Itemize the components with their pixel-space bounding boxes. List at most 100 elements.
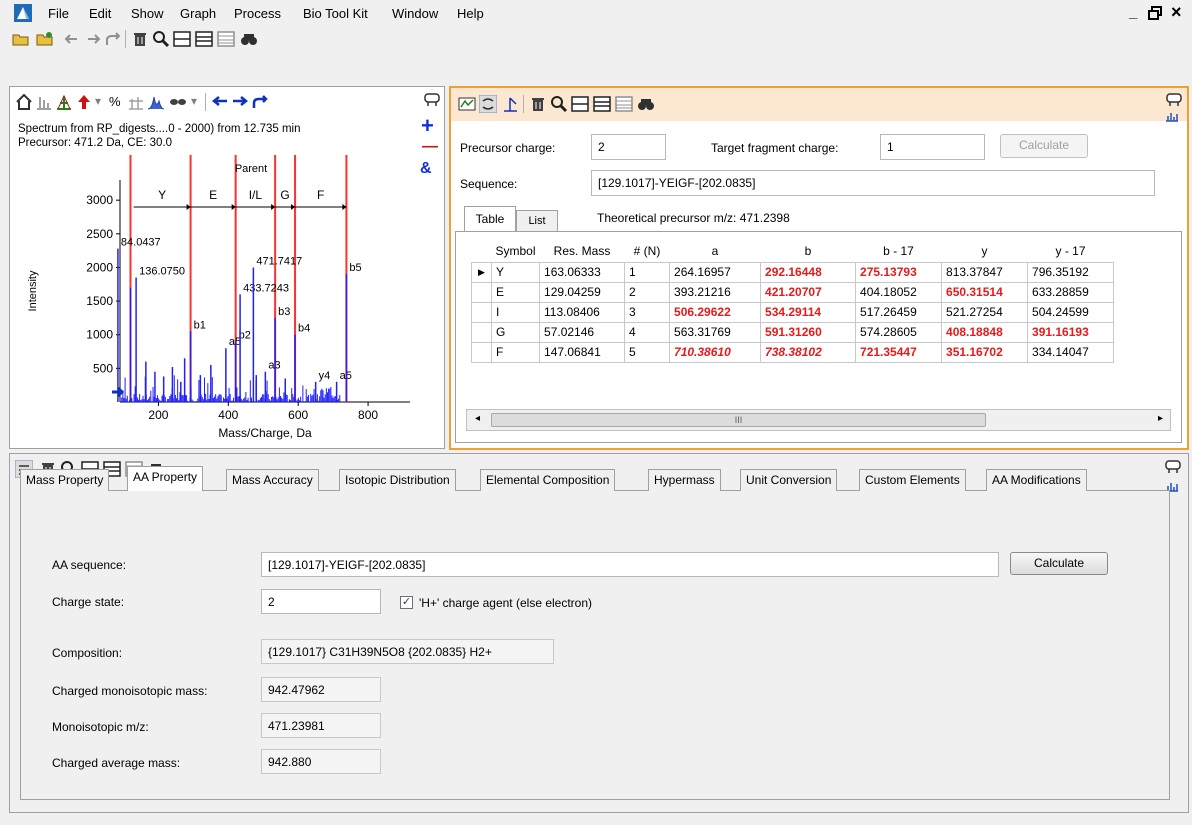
minimize-button[interactable]: _ — [1129, 4, 1137, 21]
table-cell[interactable]: E — [490, 281, 541, 303]
tab-elemental-composition[interactable]: Elemental Composition — [480, 469, 616, 491]
table-cell[interactable]: 113.08406 — [539, 301, 626, 323]
tab-table[interactable]: Table — [464, 206, 516, 232]
horizontal-scrollbar[interactable]: ◂ III ▸ — [466, 409, 1171, 431]
arrow-up-icon[interactable] — [75, 93, 93, 111]
open-recent-icon[interactable] — [36, 30, 54, 48]
undo-icon[interactable] — [63, 30, 81, 48]
table-cell[interactable]: 275.13793 — [855, 261, 943, 283]
layout-grid-icon[interactable] — [195, 30, 213, 48]
table-cell[interactable]: 710.38610 — [669, 341, 762, 363]
table-cell[interactable]: 57.02146 — [539, 321, 626, 343]
table-cell[interactable]: I — [490, 301, 541, 323]
table-cell[interactable]: 506.29622 — [669, 301, 762, 323]
menu-edit[interactable]: Edit — [89, 6, 111, 21]
aa-sequence-input[interactable]: [129.1017]-YEIGF-[202.0835] — [261, 552, 999, 577]
pane-link-icon[interactable] — [423, 91, 441, 109]
tab-aa-property[interactable]: AA Property — [127, 466, 204, 491]
trash-icon[interactable] — [131, 30, 149, 48]
menu-file[interactable]: File — [48, 6, 69, 21]
link-icon[interactable] — [169, 93, 187, 111]
peak-list-icon[interactable] — [35, 93, 53, 111]
column-header[interactable]: b - 17 — [855, 240, 942, 262]
table-row[interactable]: E 129.04259 2 393.21216 421.20707 404.18052 65… — [471, 281, 1115, 303]
table-cell[interactable]: 534.29114 — [760, 301, 857, 323]
spectrum-chart[interactable]: 500 1000 1500 2000 2500 3000 200 400 600 800 Mass/… — [10, 150, 415, 447]
table-row[interactable]: ▶ Y 163.06333 1 264.16957 292.16448 275.13793 8… — [471, 261, 1115, 283]
pane-link-icon[interactable] — [1165, 91, 1183, 109]
home-icon[interactable] — [15, 93, 33, 111]
shift-left-icon[interactable] — [211, 93, 229, 111]
shift-right-icon[interactable] — [231, 93, 249, 111]
row-header[interactable] — [471, 341, 492, 363]
table-cell[interactable]: 2 — [624, 281, 671, 303]
redo-all-icon[interactable] — [104, 30, 122, 48]
remove-overlay-button[interactable]: — — [422, 138, 438, 156]
zoom-icon[interactable] — [152, 30, 170, 48]
structure-icon[interactable] — [501, 95, 519, 113]
table-cell[interactable]: 796.35192 — [1027, 261, 1115, 283]
table-cell[interactable]: 521.27254 — [941, 301, 1029, 323]
fragment-view-icon[interactable] — [458, 95, 476, 113]
tab-hypermass[interactable]: Hypermass — [648, 469, 721, 491]
layout-horizontal-icon[interactable] — [571, 95, 589, 113]
pane-link-icon[interactable] — [1164, 458, 1182, 476]
table-cell[interactable]: 334.14047 — [1027, 341, 1115, 363]
table-cell[interactable]: 404.18052 — [855, 281, 943, 303]
row-header[interactable] — [471, 321, 492, 343]
layout-list-icon[interactable] — [217, 30, 235, 48]
table-cell[interactable]: 3 — [624, 301, 671, 323]
tab-mass-accuracy[interactable]: Mass Accuracy — [226, 469, 319, 491]
table-cell[interactable]: 1 — [624, 261, 671, 283]
table-cell[interactable]: 391.16193 — [1027, 321, 1115, 343]
calculate-button[interactable]: Calculate — [1010, 552, 1108, 575]
tab-mass-property[interactable]: Mass Property — [20, 469, 110, 491]
table-cell[interactable]: 574.28605 — [855, 321, 943, 343]
table-cell[interactable]: 4 — [624, 321, 671, 343]
link-overlay-button[interactable]: & — [420, 160, 432, 178]
table-row[interactable]: I 113.08406 3 506.29622 534.29114 517.26459 52… — [471, 301, 1115, 323]
column-header[interactable]: y — [941, 240, 1028, 262]
charge-agent-checkbox[interactable]: ✓ — [400, 596, 413, 609]
table-cell[interactable]: 633.28859 — [1027, 281, 1115, 303]
layout-horizontal-icon[interactable] — [173, 30, 191, 48]
tab-list[interactable]: List — [516, 210, 558, 232]
layout-grid-icon[interactable] — [593, 95, 611, 113]
menu-process[interactable]: Process — [234, 6, 281, 21]
menu-bio-tool-kit[interactable]: Bio Tool Kit — [303, 6, 368, 21]
fragment-mode-icon[interactable] — [479, 95, 497, 113]
table-cell[interactable]: 163.06333 — [539, 261, 626, 283]
centroid-icon[interactable] — [55, 93, 73, 111]
column-header[interactable]: # (N) — [624, 240, 670, 262]
charge-state-input[interactable]: 2 — [261, 589, 381, 614]
sequence-input[interactable]: [129.1017]-YEIGF-[202.0835] — [591, 170, 1155, 196]
table-cell[interactable]: Y — [490, 261, 541, 283]
table-cell[interactable]: 292.16448 — [760, 261, 857, 283]
add-overlay-button[interactable]: + — [421, 113, 434, 139]
threshold-icon[interactable] — [127, 93, 145, 111]
table-cell[interactable]: 408.18848 — [941, 321, 1029, 343]
chart-icon[interactable] — [1165, 110, 1179, 122]
tab-unit-conversion[interactable]: Unit Conversion — [740, 469, 838, 491]
scroll-right-icon[interactable]: ▸ — [1158, 413, 1163, 424]
binoculars-icon[interactable] — [637, 95, 655, 113]
calculate-button-disabled[interactable]: Calculate — [1000, 134, 1088, 158]
table-cell[interactable]: 421.20707 — [760, 281, 857, 303]
trash-icon[interactable] — [529, 95, 547, 113]
table-cell[interactable]: 504.24599 — [1027, 301, 1115, 323]
scroll-left-icon[interactable]: ◂ — [475, 413, 480, 424]
tab-isotopic-distribution[interactable]: Isotopic Distribution — [339, 469, 456, 491]
row-header[interactable] — [471, 301, 492, 323]
table-cell[interactable]: 129.04259 — [539, 281, 626, 303]
curve-arrow-icon[interactable] — [251, 93, 269, 111]
open-folder-icon[interactable] — [12, 30, 30, 48]
scrollbar-thumb[interactable]: III — [491, 413, 986, 427]
target-fragment-charge-input[interactable]: 1 — [880, 134, 985, 160]
table-cell[interactable]: 147.06841 — [539, 341, 626, 363]
table-cell[interactable]: 5 — [624, 341, 671, 363]
percent-icon[interactable]: % — [109, 94, 121, 109]
column-header[interactable]: y - 17 — [1027, 240, 1114, 262]
zoom-icon[interactable] — [550, 95, 568, 113]
table-cell[interactable]: 738.38102 — [760, 341, 857, 363]
tab-aa-modifications[interactable]: AA Modifications — [986, 469, 1087, 491]
